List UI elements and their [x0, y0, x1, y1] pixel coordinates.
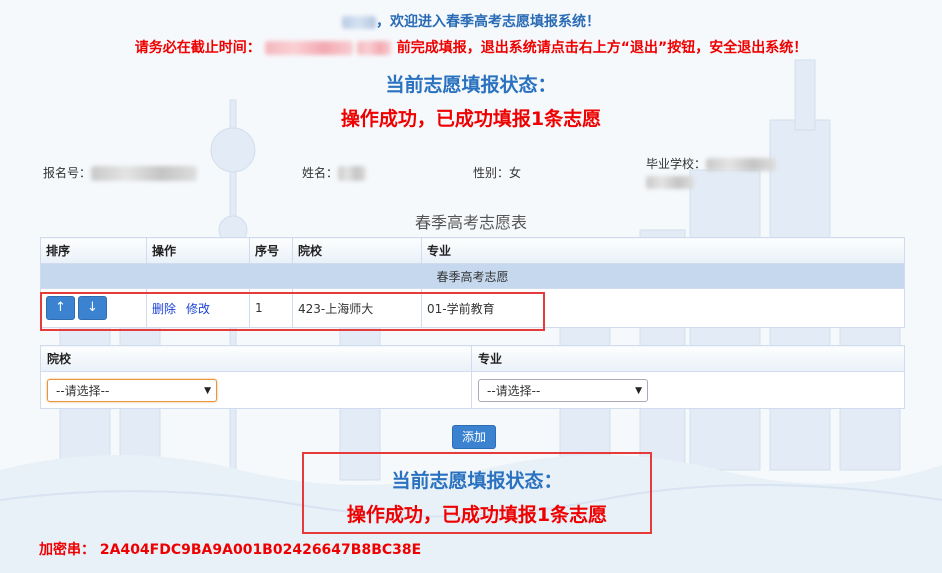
gender-label: 性别： [473, 166, 510, 180]
reg-no-label: 报名号： [43, 166, 92, 180]
school-field: 毕业学校： [646, 155, 806, 189]
encrypt-value: 2A404FDC9BA9A001B02426647B8BC38E [99, 542, 422, 558]
deadline-notice: 请务必在截止时间： 前完成填报，退出系统请点击右上方“退出”按钮，安全退出系统！ [0, 37, 942, 57]
redacted-reg-no [91, 166, 198, 181]
col-major: 专业 [421, 237, 905, 264]
redacted-deadline-time [356, 41, 391, 55]
row-highlight-box [40, 292, 545, 331]
chevron-down-icon: ▼ [204, 385, 211, 396]
status-message-bottom: 操作成功，已成功填报1条志愿 [346, 504, 608, 526]
deadline-suffix: 前完成填报，退出系统请点击右上方“退出”按钮，安全退出系统！ [396, 40, 808, 56]
major-select[interactable]: --请选择-- ▼ [478, 378, 648, 402]
school-select[interactable]: --请选择-- ▼ [47, 378, 217, 402]
deadline-prefix: 请务必在截止时间： [134, 40, 261, 56]
group-row: 春季高考志愿 [40, 263, 905, 289]
redacted-name [338, 166, 367, 181]
name-field: 姓名： [302, 164, 367, 181]
gender-value: 女 [509, 166, 522, 180]
status-title-top: 当前志愿填报状态： [385, 74, 557, 96]
table-title: 春季高考志愿表 [414, 213, 527, 232]
gender-field: 性别：女 [473, 164, 521, 181]
col-action: 操作 [146, 237, 250, 264]
table-header-row: 排序 操作 序号 院校 专业 [40, 237, 905, 264]
major-select-cell: --请选择-- ▼ [471, 371, 905, 409]
school-select-cell: --请选择-- ▼ [40, 371, 472, 409]
group-label: 春季高考志愿 [40, 263, 905, 289]
add-button[interactable]: 添加 [452, 425, 496, 449]
chevron-down-icon: ▼ [635, 385, 642, 396]
redacted-school-2 [646, 176, 694, 189]
redacted-deadline-date [264, 41, 353, 55]
welcome-message: ，欢迎进入春季高考志愿填报系统！ [0, 11, 942, 31]
encrypt-string: 加密串： 2A404FDC9BA9A001B02426647B8BC38E [39, 539, 421, 559]
col-seq: 序号 [249, 237, 293, 264]
school-label: 毕业学校： [646, 157, 707, 171]
col-school: 院校 [292, 237, 422, 264]
name-label: 姓名： [302, 166, 339, 180]
reg-no-field: 报名号： [43, 164, 198, 181]
encrypt-label: 加密串： [39, 542, 95, 558]
welcome-text: ，欢迎进入春季高考志愿填报系统！ [376, 14, 600, 30]
col-sort: 排序 [40, 237, 147, 264]
selection-table: 院校 专业 --请选择-- ▼ --请选择-- ▼ [40, 345, 905, 409]
selection-header-row: 院校 专业 [40, 345, 905, 372]
status-title-bottom: 当前志愿填报状态： [391, 470, 563, 492]
school-select-label: 院校 [40, 345, 472, 372]
redacted-username [342, 15, 376, 29]
status-message-top: 操作成功，已成功填报1条志愿 [340, 108, 602, 130]
major-select-value: --请选择-- [487, 383, 541, 398]
selection-input-row: --请选择-- ▼ --请选择-- ▼ [40, 371, 905, 409]
major-select-label: 专业 [471, 345, 905, 372]
school-select-value: --请选择-- [56, 383, 110, 398]
redacted-school-1 [706, 158, 777, 171]
